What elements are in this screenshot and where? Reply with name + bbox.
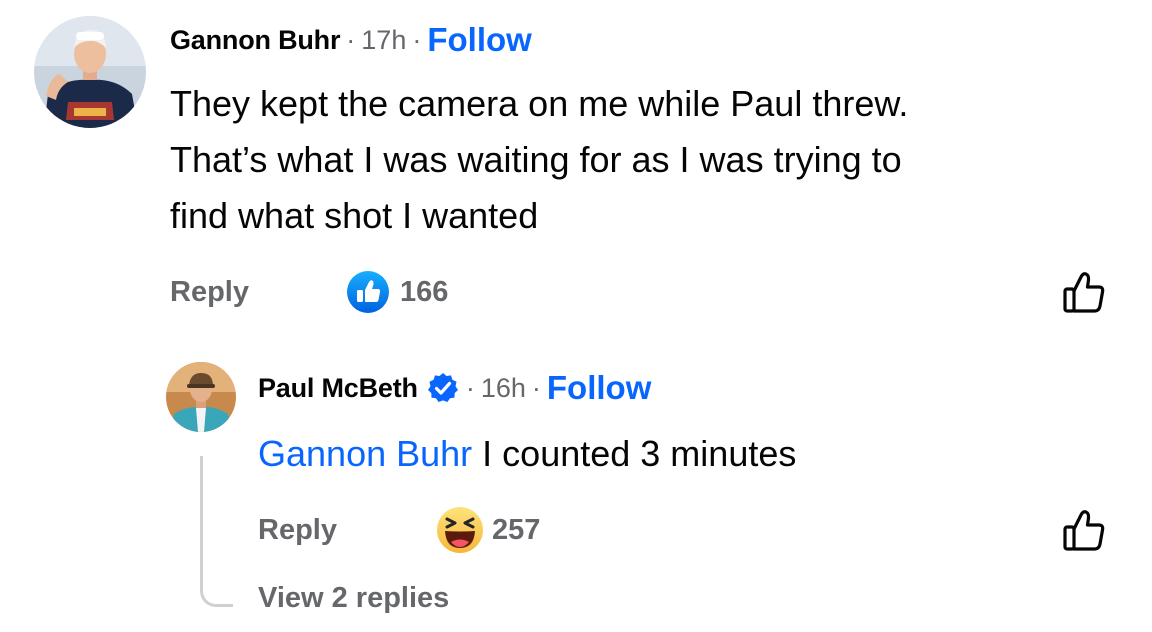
reply-actions: Reply (258, 506, 337, 554)
separator-dot: · (346, 24, 356, 55)
reaction-summary[interactable]: 166 (346, 270, 448, 314)
comment-actions: Reply (170, 270, 249, 314)
separator-dot: · (531, 372, 541, 403)
reply-body: Gannon Buhr I counted 3 minutes (258, 426, 1118, 482)
like-reaction-icon (346, 270, 390, 314)
separator-dot: · (465, 372, 475, 403)
reply-header: Paul McBeth · 16h · Follow (258, 368, 651, 408)
follow-button[interactable]: Follow (547, 369, 651, 407)
reply-button[interactable]: Reply (258, 514, 337, 547)
reaction-summary[interactable]: 257 (436, 506, 540, 554)
comment-header: Gannon Buhr · 17h · Follow (170, 20, 532, 60)
comment-timestamp[interactable]: 16h (481, 373, 526, 404)
comment-timestamp[interactable]: 17h (361, 25, 406, 56)
avatar-gannon-buhr[interactable] (34, 16, 146, 128)
follow-button[interactable]: Follow (427, 21, 531, 59)
mention-link[interactable]: Gannon Buhr (258, 433, 472, 474)
thread-connector-line (200, 456, 233, 607)
avatar-paul-mcbeth[interactable] (166, 362, 236, 432)
comment-text-line: That’s what I was waiting for as I was t… (170, 139, 902, 180)
comment-body: They kept the camera on me while Paul th… (170, 76, 1130, 244)
comment-text-line: They kept the camera on me while Paul th… (170, 83, 909, 124)
author-name[interactable]: Gannon Buhr (170, 25, 340, 56)
avatar-image (166, 362, 236, 432)
author-name[interactable]: Paul McBeth (258, 373, 418, 404)
comment-text-line: find what shot I wanted (170, 195, 539, 236)
avatar-image (34, 16, 146, 128)
like-outline-icon[interactable] (1060, 506, 1108, 554)
verified-badge-icon (426, 371, 460, 405)
reply-button[interactable]: Reply (170, 276, 249, 309)
view-replies-button[interactable]: View 2 replies (258, 582, 449, 615)
haha-reaction-icon (436, 506, 484, 554)
reaction-count: 166 (400, 275, 449, 308)
like-outline-icon[interactable] (1060, 268, 1108, 316)
separator-dot: · (412, 24, 422, 55)
reaction-count: 257 (492, 513, 541, 546)
reply-text: I counted 3 minutes (482, 433, 797, 474)
